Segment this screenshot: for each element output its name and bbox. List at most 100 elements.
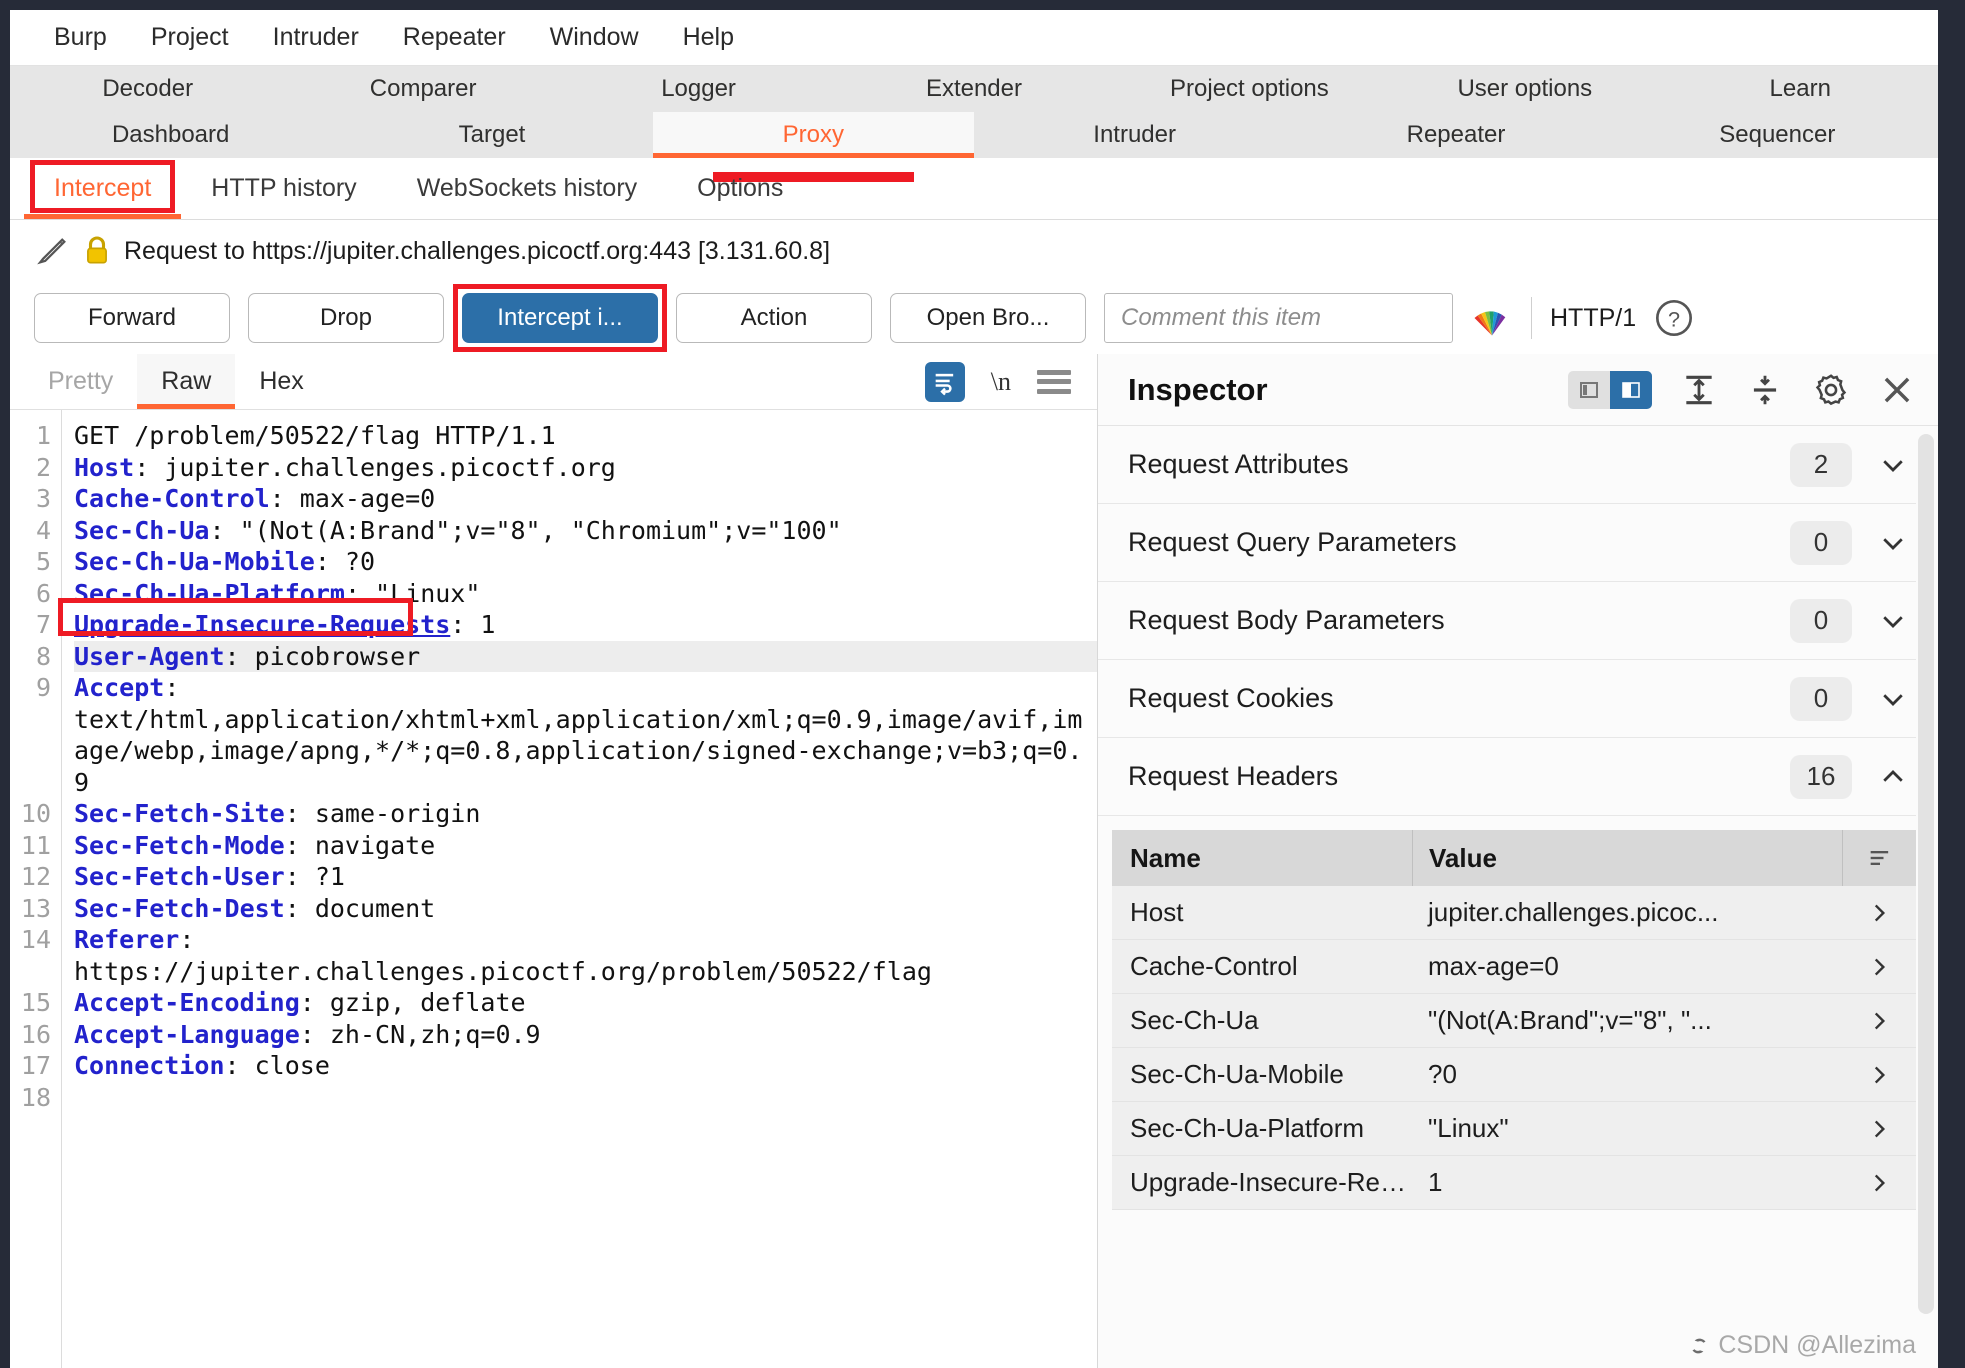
section-count-badge: 0 <box>1790 599 1852 643</box>
table-row[interactable]: Hostjupiter.challenges.picoc... <box>1112 886 1916 940</box>
suite-tab-repeater[interactable]: Repeater <box>1295 112 1616 158</box>
chevron-right-icon[interactable] <box>1842 1116 1916 1142</box>
request-line: Accept: text/html,application/xhtml+xml,… <box>74 672 1097 798</box>
close-icon[interactable] <box>1878 371 1916 409</box>
suite-tab-sequencer[interactable]: Sequencer <box>1617 112 1938 158</box>
suite-tab-logger[interactable]: Logger <box>561 66 836 112</box>
section-label: Request Query Parameters <box>1128 527 1457 558</box>
inspector-section-request-headers[interactable]: Request Headers16 <box>1098 738 1916 816</box>
request-raw-text[interactable]: GET /problem/50522/flag HTTP/1.1Host: ju… <box>62 410 1097 1368</box>
layout-left-icon[interactable] <box>1568 371 1610 409</box>
annotation-box-intercept-tab <box>30 160 175 213</box>
chevron-right-icon[interactable] <box>1842 1170 1916 1196</box>
suite-tab-dashboard[interactable]: Dashboard <box>10 112 331 158</box>
request-line: Sec-Ch-Ua: "(Not(A:Brand";v="8", "Chromi… <box>74 515 1097 547</box>
table-row[interactable]: Cache-Controlmax-age=0 <box>1112 940 1916 994</box>
inspector-title: Inspector <box>1128 372 1268 408</box>
action-button[interactable]: Action <box>676 293 872 343</box>
line-number: 7 <box>10 609 51 641</box>
tab-intercept[interactable]: Intercept <box>24 158 181 219</box>
suite-tab-rows: Decoder Comparer Logger Extender Project… <box>10 66 1938 158</box>
inspector-scrollbar[interactable] <box>1918 434 1934 1362</box>
inspector-header: Inspector <box>1098 354 1938 426</box>
expand-vertical-icon[interactable] <box>1680 371 1718 409</box>
line-number <box>10 704 51 736</box>
open-browser-button[interactable]: Open Bro... <box>890 293 1086 343</box>
suite-tab-learn[interactable]: Learn <box>1663 66 1938 112</box>
editor-tab-pretty[interactable]: Pretty <box>24 354 137 409</box>
layout-split-icon[interactable] <box>1610 371 1652 409</box>
request-line: Sec-Fetch-User: ?1 <box>74 861 1097 893</box>
column-header-value[interactable]: Value <box>1412 830 1842 886</box>
chevron-right-icon[interactable] <box>1842 1008 1916 1034</box>
inspector-section-request-attributes[interactable]: Request Attributes2 <box>1098 426 1916 504</box>
collapse-vertical-icon[interactable] <box>1746 371 1784 409</box>
main-split: Pretty Raw Hex \n <box>10 354 1938 1368</box>
table-row[interactable]: Sec-Ch-Ua-Platform"Linux" <box>1112 1102 1916 1156</box>
menu-item-help[interactable]: Help <box>661 19 756 56</box>
comment-input[interactable] <box>1104 293 1453 343</box>
forward-button[interactable]: Forward <box>34 293 230 343</box>
suite-tab-extender[interactable]: Extender <box>836 66 1111 112</box>
menu-item-repeater[interactable]: Repeater <box>381 19 528 56</box>
editor-view-tabs: Pretty Raw Hex \n <box>10 354 1097 410</box>
highlight-color-icon[interactable] <box>1471 297 1513 339</box>
tab-http-history[interactable]: HTTP history <box>181 158 386 219</box>
line-number: 15 <box>10 987 51 1019</box>
column-header-name[interactable]: Name <box>1112 843 1412 874</box>
suite-tab-decoder[interactable]: Decoder <box>10 66 285 112</box>
chevron-down-icon[interactable] <box>1878 528 1908 558</box>
chevron-up-icon[interactable] <box>1878 762 1908 792</box>
inspector-section-request-body-parameters[interactable]: Request Body Parameters0 <box>1098 582 1916 660</box>
editor-tool-icons: \n <box>925 354 1097 409</box>
section-count-badge: 16 <box>1790 755 1852 799</box>
help-icon[interactable]: ? <box>1654 298 1694 338</box>
suite-tab-target[interactable]: Target <box>331 112 652 158</box>
inspector-header-icons <box>1568 371 1916 409</box>
word-wrap-icon[interactable] <box>925 362 965 402</box>
suite-tab-intruder[interactable]: Intruder <box>974 112 1295 158</box>
line-number: 2 <box>10 452 51 484</box>
menu-item-project[interactable]: Project <box>129 19 251 56</box>
request-raw-editor[interactable]: 123456789101112131415161718 GET /problem… <box>10 410 1097 1368</box>
section-meta: 0 <box>1790 599 1908 643</box>
inspector-section-request-query-parameters[interactable]: Request Query Parameters0 <box>1098 504 1916 582</box>
line-number: 10 <box>10 798 51 830</box>
newline-toggle-icon[interactable]: \n <box>991 367 1011 397</box>
suite-tab-project-options[interactable]: Project options <box>1112 66 1387 112</box>
gear-icon[interactable] <box>1812 371 1850 409</box>
inspector-section-request-cookies[interactable]: Request Cookies0 <box>1098 660 1916 738</box>
section-label: Request Cookies <box>1128 683 1334 714</box>
menu-item-intruder[interactable]: Intruder <box>251 19 381 56</box>
column-options-icon[interactable] <box>1842 830 1916 886</box>
menu-item-burp[interactable]: Burp <box>32 19 129 56</box>
suite-tab-proxy[interactable]: Proxy <box>653 112 974 158</box>
chevron-down-icon[interactable] <box>1878 450 1908 480</box>
suite-tab-row-2: Dashboard Target Proxy Intruder Repeater… <box>10 112 1938 158</box>
chevron-right-icon[interactable] <box>1842 900 1916 926</box>
suite-tab-comparer[interactable]: Comparer <box>285 66 560 112</box>
editor-tab-raw[interactable]: Raw <box>137 354 235 409</box>
menu-item-window[interactable]: Window <box>528 19 661 56</box>
inspector-scrollbar-thumb[interactable] <box>1918 434 1934 1314</box>
chevron-down-icon[interactable] <box>1878 684 1908 714</box>
tab-websockets-history[interactable]: WebSockets history <box>387 158 667 219</box>
chevron-down-icon[interactable] <box>1878 606 1908 636</box>
http-version-label[interactable]: HTTP/1 <box>1550 304 1636 333</box>
hamburger-menu-icon[interactable] <box>1037 370 1071 394</box>
table-row[interactable]: Sec-Ch-Ua"(Not(A:Brand";v="8", "... <box>1112 994 1916 1048</box>
intercept-toggle-button[interactable]: Intercept i... <box>462 293 658 343</box>
request-line: Connection: close <box>74 1050 1097 1082</box>
tab-options[interactable]: Options <box>667 158 813 219</box>
table-row[interactable]: Sec-Ch-Ua-Mobile?0 <box>1112 1048 1916 1102</box>
section-label: Request Attributes <box>1128 449 1349 480</box>
suite-tab-user-options[interactable]: User options <box>1387 66 1662 112</box>
line-number: 13 <box>10 893 51 925</box>
editor-tab-hex[interactable]: Hex <box>235 354 327 409</box>
pencil-icon[interactable] <box>36 234 70 268</box>
table-row[interactable]: Upgrade-Insecure-Req...1 <box>1112 1156 1916 1210</box>
chevron-right-icon[interactable] <box>1842 1062 1916 1088</box>
request-target-text: Request to https://jupiter.challenges.pi… <box>124 237 830 266</box>
drop-button[interactable]: Drop <box>248 293 444 343</box>
chevron-right-icon[interactable] <box>1842 954 1916 980</box>
